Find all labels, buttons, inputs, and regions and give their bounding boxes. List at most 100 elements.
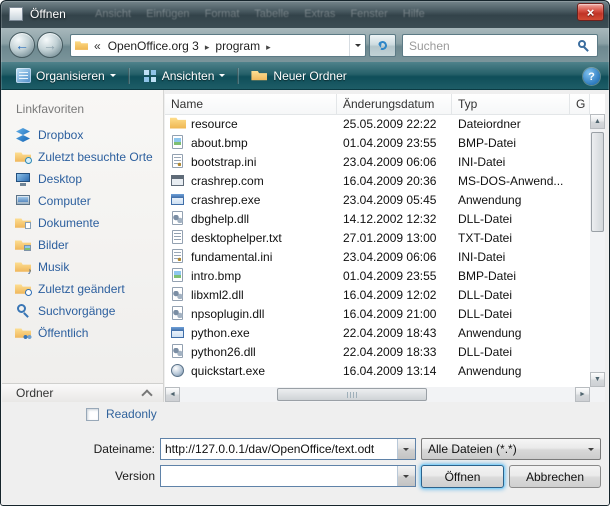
column-label: Name <box>171 97 203 111</box>
sidebar-item-music[interactable]: Musik <box>2 256 163 278</box>
new-folder-button[interactable]: Neuer Ordner <box>243 65 354 87</box>
breadcrumb[interactable]: « OpenOffice.org 3 program <box>70 34 366 57</box>
filename-dropdown-button[interactable] <box>397 439 415 459</box>
help-button[interactable] <box>583 68 600 85</box>
cancel-button[interactable]: Abbrechen <box>509 465 601 488</box>
computer-icon <box>15 193 32 209</box>
breadcrumb-dropdown-button[interactable] <box>349 35 365 56</box>
filename-combobox <box>160 438 416 460</box>
file-row[interactable]: npsoplugin.dll16.04.2009 21:00DLL-Datei <box>165 304 590 323</box>
file-row[interactable]: libxml2.dll16.04.2009 12:02DLL-Datei <box>165 285 590 304</box>
file-type-cell: BMP-Datei <box>452 269 570 283</box>
file-name-cell: libxml2.dll <box>165 287 337 303</box>
version-dropdown-button[interactable] <box>397 466 415 486</box>
filename-input[interactable] <box>161 439 397 459</box>
file-list: Name Änderungsdatum TypG resource 25.05.200… <box>165 94 605 402</box>
sidebar-item-label: Musik <box>38 260 69 274</box>
breadcrumb-folder-icon <box>75 40 88 51</box>
scroll-left-arrow-icon[interactable] <box>165 387 180 402</box>
refresh-button[interactable] <box>369 34 396 57</box>
dialog-icon <box>9 7 23 21</box>
dos-file-icon <box>170 173 186 189</box>
breadcrumb-chevron-icon[interactable] <box>264 39 273 53</box>
version-label: Version <box>57 469 155 483</box>
file-row[interactable]: desktophelper.txt27.01.2009 13:00TXT-Dat… <box>165 228 590 247</box>
column-header[interactable]: Typ <box>452 94 570 114</box>
sidebar-item-searches[interactable]: Suchvorgänge <box>2 300 163 322</box>
command-toolbar: Organisieren Ansichten Neuer Ordner <box>0 62 610 90</box>
file-name-cell: npsoplugin.dll <box>165 306 337 322</box>
dll-file-icon <box>170 306 186 322</box>
search-icon[interactable] <box>577 39 591 53</box>
file-name-cell: resource <box>165 116 337 132</box>
breadcrumb-items: OpenOffice.org 3 program <box>104 35 273 56</box>
bmp-file-icon <box>170 268 186 284</box>
open-button[interactable]: Öffnen <box>421 465 504 488</box>
sidebar-item-recent-changes[interactable]: Zuletzt geändert <box>2 278 163 300</box>
scroll-up-arrow-icon[interactable] <box>590 114 605 129</box>
breadcrumb-collapse-button[interactable]: « <box>91 39 104 53</box>
sidebar-item-label: Dropbox <box>38 128 83 142</box>
sidebar-item-recent-places[interactable]: Zuletzt besuchte Orte <box>2 146 163 168</box>
chevron-down-icon <box>110 74 116 80</box>
scroll-right-arrow-icon[interactable] <box>575 387 590 402</box>
titlebar[interactable]: Öffnen Ansicht Einfügen Format Tabelle E… <box>0 0 610 28</box>
sidebar-item-pictures[interactable]: Bilder <box>2 234 163 256</box>
scroll-down-arrow-icon[interactable] <box>590 372 605 387</box>
search-input[interactable] <box>403 39 577 53</box>
readonly-checkbox[interactable] <box>86 408 99 421</box>
column-header[interactable]: Änderungsdatum <box>337 94 452 114</box>
sidebar-item-documents[interactable]: Dokumente <box>2 212 163 234</box>
new-folder-icon <box>251 68 268 84</box>
organize-button[interactable]: Organisieren <box>8 65 124 87</box>
file-row[interactable]: about.bmp01.04.2009 23:55BMP-Datei <box>165 133 590 152</box>
file-row[interactable]: fundamental.ini23.04.2009 06:06INI-Datei <box>165 247 590 266</box>
horizontal-scroll-thumb[interactable] <box>277 388 427 401</box>
forward-button[interactable] <box>37 32 63 58</box>
sidebar-item-public[interactable]: Öffentlich <box>2 322 163 344</box>
file-row[interactable]: intro.bmp01.04.2009 23:55BMP-Datei <box>165 266 590 285</box>
file-row[interactable]: crashrep.com16.04.2009 20:36MS-DOS-Anwen… <box>165 171 590 190</box>
file-type-cell: DLL-Datei <box>452 288 570 302</box>
file-name-cell: python.exe <box>165 325 337 341</box>
sidebar-item-desktop[interactable]: Desktop <box>2 168 163 190</box>
filetype-select[interactable]: Alle Dateien (*.*) <box>421 438 601 460</box>
file-date-cell: 14.12.2002 12:32 <box>337 212 452 226</box>
horizontal-scrollbar[interactable] <box>165 387 590 402</box>
sidebar-item-computer[interactable]: Computer <box>2 190 163 212</box>
file-type-cell: DLL-Datei <box>452 212 570 226</box>
file-row[interactable]: resource25.05.2009 22:22Dateiordner <box>165 114 590 133</box>
file-name: quickstart.exe <box>191 364 265 378</box>
file-date-cell: 22.04.2009 18:43 <box>337 326 452 340</box>
column-header[interactable]: G <box>570 94 590 114</box>
music-icon <box>15 259 32 275</box>
file-row[interactable]: python26.dll22.04.2009 18:33DLL-Datei <box>165 342 590 361</box>
version-input[interactable] <box>161 466 397 486</box>
file-row[interactable]: quickstart.exe16.04.2009 13:14Anwendung <box>165 361 590 380</box>
column-header[interactable]: Name <box>165 94 337 114</box>
back-button[interactable] <box>9 32 35 58</box>
file-row[interactable]: crashrep.exe23.04.2009 05:45Anwendung <box>165 190 590 209</box>
file-name: resource <box>191 117 238 131</box>
file-row[interactable]: python.exe22.04.2009 18:43Anwendung <box>165 323 590 342</box>
pictures-icon <box>15 237 32 253</box>
file-date-cell: 23.04.2009 05:45 <box>337 193 452 207</box>
sidebar-item-dropbox[interactable]: Dropbox <box>2 124 163 146</box>
close-button[interactable] <box>577 3 604 21</box>
file-type-cell: INI-Datei <box>452 250 570 264</box>
sidebar-item-label: Dokumente <box>38 216 99 230</box>
views-label: Ansichten <box>162 69 215 83</box>
dll-file-icon <box>170 211 186 227</box>
breadcrumb-chevron-icon[interactable] <box>203 39 212 53</box>
column-label: Änderungsdatum <box>343 97 434 111</box>
breadcrumb-item[interactable]: OpenOffice.org 3 <box>104 39 203 53</box>
views-button[interactable]: Ansichten <box>134 65 234 87</box>
folders-bar[interactable]: Ordner <box>2 383 163 402</box>
file-row[interactable]: bootstrap.ini23.04.2009 06:06INI-Datei <box>165 152 590 171</box>
app-file-icon <box>170 325 186 341</box>
file-date-cell: 25.05.2009 22:22 <box>337 117 452 131</box>
vertical-scroll-thumb[interactable] <box>591 132 604 232</box>
breadcrumb-item[interactable]: program <box>211 39 264 53</box>
vertical-scrollbar[interactable] <box>590 114 605 387</box>
file-row[interactable]: dbghelp.dll14.12.2002 12:32DLL-Datei <box>165 209 590 228</box>
